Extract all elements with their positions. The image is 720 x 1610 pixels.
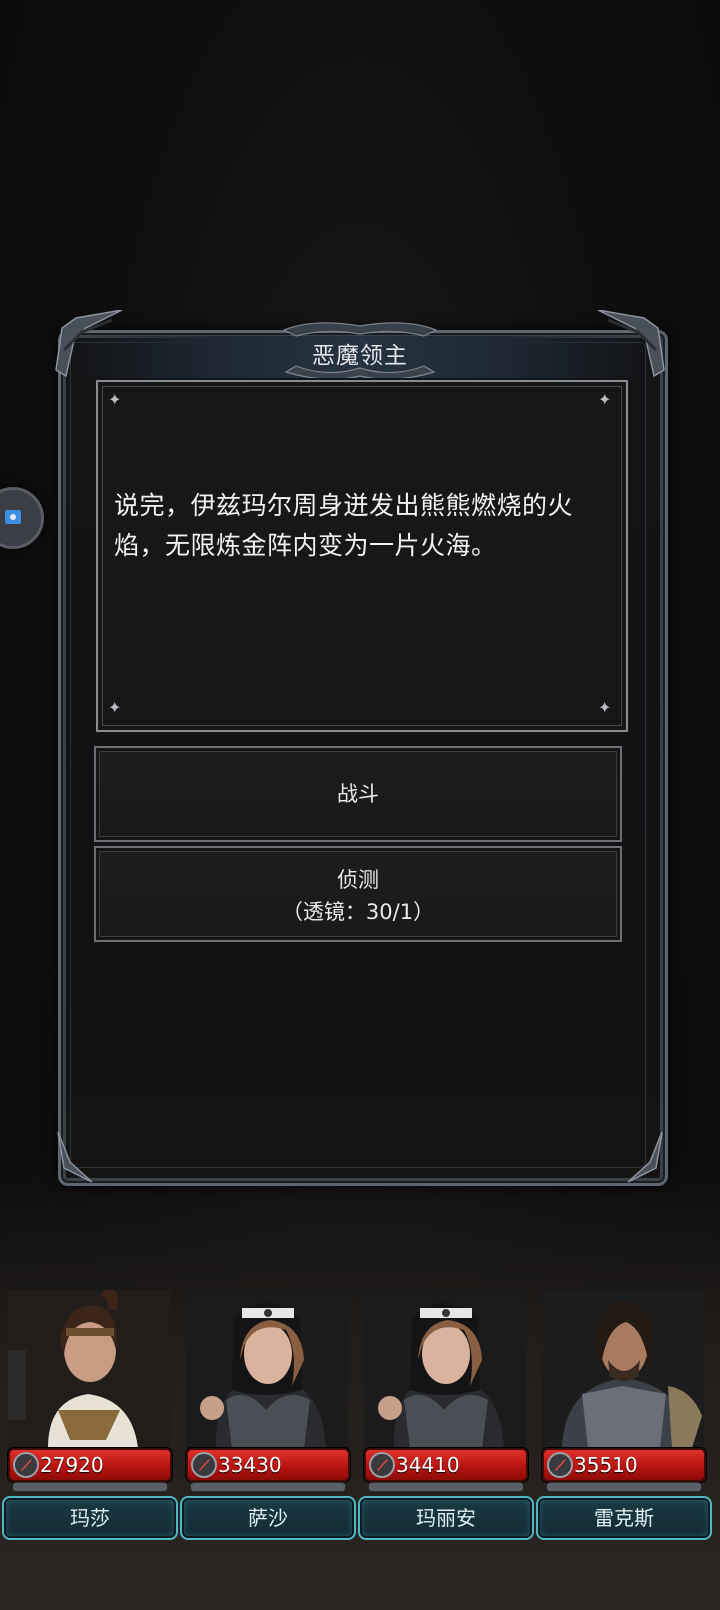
- event-dialog: 恶魔领主 ✦ ✦ ✦ ✦ 说完，伊兹玛尔周身迸发出熊熊燃烧的火焰，无限炼金阵内变…: [55, 310, 668, 1186]
- corner-ornament-icon: [57, 1131, 93, 1183]
- member-name: 萨沙: [180, 1496, 356, 1540]
- avatar: [364, 1290, 526, 1448]
- sword-icon: [191, 1452, 217, 1478]
- sparkle-icon: ✦: [108, 390, 122, 409]
- detect-cost-label: （透镜：30/1）: [281, 900, 435, 924]
- energy-bar: [12, 1482, 168, 1492]
- energy-bar: [190, 1482, 346, 1492]
- member-name: 玛丽安: [358, 1496, 534, 1540]
- party-bar: 27920 玛莎 33430 萨沙 34410 玛丽安 35510 雷克斯: [0, 1290, 720, 1610]
- avatar: [8, 1290, 170, 1448]
- sword-icon: [547, 1452, 573, 1478]
- energy-bar: [368, 1482, 524, 1492]
- fight-option-label: 战斗: [337, 782, 379, 806]
- power-bar: 33430: [186, 1448, 350, 1482]
- avatar: [542, 1290, 704, 1448]
- party-member[interactable]: 35510 雷克斯: [534, 1290, 712, 1540]
- dialog-title: 恶魔领主: [312, 343, 408, 369]
- corner-ornament-icon: [627, 1131, 663, 1183]
- power-value: 27920: [40, 1453, 104, 1477]
- party-member[interactable]: 27920 玛莎: [0, 1290, 178, 1540]
- power-bar: 34410: [364, 1448, 528, 1482]
- story-panel: ✦ ✦ ✦ ✦ 说完，伊兹玛尔周身迸发出熊熊燃烧的火焰，无限炼金阵内变为一片火海…: [96, 380, 628, 732]
- party-member[interactable]: 33430 萨沙: [178, 1290, 356, 1540]
- power-bar: 27920: [8, 1448, 172, 1482]
- member-name: 雷克斯: [536, 1496, 712, 1540]
- sparkle-icon: ✦: [108, 698, 122, 717]
- party-member[interactable]: 34410 玛丽安: [356, 1290, 534, 1540]
- power-value: 35510: [574, 1453, 638, 1477]
- detect-option-button[interactable]: 侦测 （透镜：30/1）: [94, 846, 622, 942]
- power-bar: 35510: [542, 1448, 706, 1482]
- member-name: 玛莎: [2, 1496, 178, 1540]
- floating-assist-button[interactable]: [0, 487, 44, 549]
- sword-icon: [369, 1452, 395, 1478]
- sparkle-icon: ✦: [598, 698, 612, 717]
- photo-icon: [5, 510, 21, 524]
- fight-option-button[interactable]: 战斗: [94, 746, 622, 842]
- detect-option-label: 侦测: [337, 868, 379, 892]
- story-text: 说完，伊兹玛尔周身迸发出熊熊燃烧的火焰，无限炼金阵内变为一片火海。: [114, 491, 574, 560]
- power-value: 34410: [396, 1453, 460, 1477]
- energy-bar: [546, 1482, 702, 1492]
- avatar: [186, 1290, 348, 1448]
- sparkle-icon: ✦: [598, 390, 612, 409]
- sword-icon: [13, 1452, 39, 1478]
- game-screen: 恶魔领主 ✦ ✦ ✦ ✦ 说完，伊兹玛尔周身迸发出熊熊燃烧的火焰，无限炼金阵内变…: [0, 0, 720, 1610]
- power-value: 33430: [218, 1453, 282, 1477]
